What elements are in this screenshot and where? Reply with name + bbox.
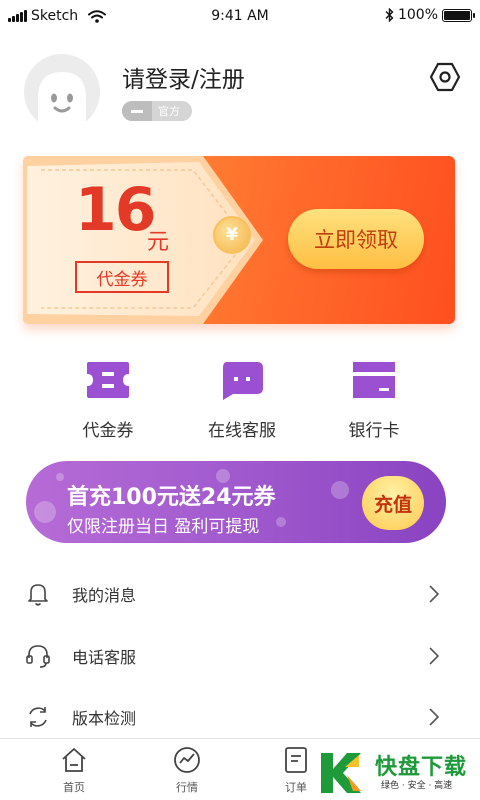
tab-label: 首页 [63, 781, 85, 794]
home-icon [62, 748, 86, 772]
recharge-button[interactable]: 充值 [362, 476, 424, 530]
bank-card-icon [353, 362, 395, 398]
tab-market[interactable]: 行情 [157, 745, 217, 795]
quick-action-bank-card[interactable]: 银行卡 [314, 360, 434, 441]
order-icon [285, 747, 307, 773]
menu-item-label: 电话客服 [72, 648, 137, 667]
claim-now-button[interactable]: 立即领取 [288, 209, 424, 269]
chevron-right-icon [429, 647, 440, 665]
menu-item-label: 版本检测 [72, 709, 137, 728]
avatar-face-icon [38, 72, 86, 130]
quick-action-label: 银行卡 [348, 421, 400, 441]
chevron-right-icon [429, 585, 440, 603]
avatar[interactable] [24, 54, 100, 130]
coupon-type-label: 代金券 [75, 261, 169, 293]
chat-icon [223, 362, 263, 400]
headset-icon [26, 645, 50, 668]
coupon-unit: 元 [147, 230, 170, 255]
refresh-icon [29, 707, 47, 727]
quick-action-label: 代金券 [82, 421, 134, 441]
status-right: 100% [385, 7, 475, 23]
recharge-subtitle: 仅限注册当日 盈利可提现 [67, 517, 260, 537]
quick-action-label: 在线客服 [208, 421, 276, 441]
recharge-title: 首充100元送24元券 [67, 485, 276, 510]
coupon-amount: 16 [75, 175, 156, 245]
yuan-coin-icon: ¥ [213, 216, 251, 254]
quick-action-voucher[interactable]: 代金券 [48, 360, 168, 441]
chart-icon [174, 747, 200, 773]
official-badge: 官方 [122, 101, 192, 121]
tab-label: 订单 [285, 781, 307, 794]
quick-action-online-service[interactable]: 在线客服 [182, 360, 302, 441]
battery-percent: 100% [397, 7, 438, 23]
watermark-logo: 快盘下载 绿色 · 安全 · 高速 [315, 745, 480, 800]
voucher-icon [87, 362, 129, 398]
tab-label: 行情 [176, 781, 198, 794]
watermark-title: 快盘下载 [375, 755, 468, 780]
badge-label: 官方 [158, 105, 180, 118]
battery-icon [442, 8, 475, 22]
status-bar: Sketch 9:41 AM 100% [0, 0, 480, 32]
watermark-k-icon [321, 753, 361, 793]
menu-item-label: 我的消息 [72, 586, 137, 605]
menu-item-phone-service[interactable]: 电话客服 [0, 627, 480, 687]
settings-hexagon-icon[interactable] [428, 60, 462, 94]
menu-item-messages[interactable]: 我的消息 [0, 565, 480, 625]
bell-icon [28, 584, 48, 606]
tab-home[interactable]: 首页 [44, 745, 104, 795]
badge-bar-icon [122, 101, 152, 121]
bluetooth-icon [385, 8, 394, 22]
battery-level [444, 10, 470, 20]
chevron-right-icon [429, 708, 440, 726]
login-register-link[interactable]: 请登录/注册 [122, 60, 245, 94]
watermark-subtitle: 绿色 · 安全 · 高速 [381, 781, 453, 791]
